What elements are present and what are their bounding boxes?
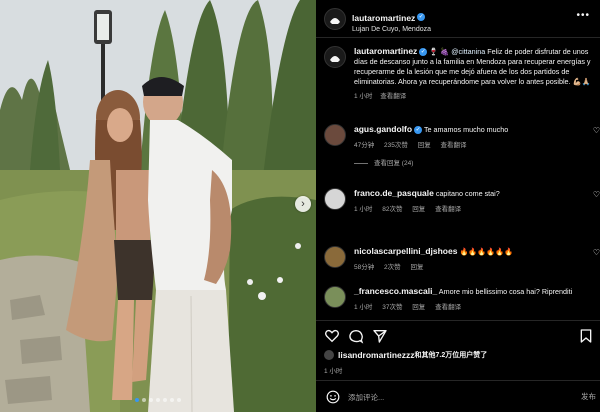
comment-username[interactable]: _francesco.mascali_ [354,286,437,296]
heart-icon[interactable]: ♡ [593,248,600,257]
post-sidebar: lautaromartinez ✓ Lujan De Cuyo, Mendoza … [316,0,600,412]
comment-meta: 58分钟 2次赞 回复 [354,261,600,271]
post-comment-button[interactable]: 发布 [581,391,596,402]
post-location[interactable]: Lujan De Cuyo, Mendoza [352,26,431,33]
verified-badge-icon: ✓ [419,48,428,57]
divider [316,380,600,381]
pagination-dot [170,398,174,402]
view-replies-link[interactable]: 查看回复 (24) [354,157,600,167]
share-icon[interactable] [372,328,388,344]
comment-avatar[interactable] [324,124,346,146]
heart-icon[interactable]: ♡ [593,126,600,135]
comment-input[interactable] [348,390,558,404]
comment-text: 🔥🔥🔥🔥🔥🔥 [459,247,514,256]
comment-username[interactable]: agus.gandolfo [354,124,412,134]
comment-reply-link[interactable]: 回复 [410,264,423,271]
comment-body: _francesco.mascali_ Amore mio bellissimo… [354,286,600,297]
pagination-dot [149,398,153,402]
comment-time[interactable]: 58分钟 [354,264,374,271]
post-header: lautaromartinez ✓ Lujan De Cuyo, Mendoza … [316,0,600,38]
caption-avatar[interactable] [324,46,346,68]
comment-icon[interactable] [348,328,364,344]
author-username[interactable]: lautaromartinez [352,13,415,23]
post-actions [324,328,594,344]
comment-text: capitano come stai? [435,189,500,198]
caption-translate-link[interactable]: 查看翻译 [380,93,406,100]
photo-scene [0,0,316,412]
comment-item: agus.gandolfo ✓ Te amamos mucho mucho 47分… [324,124,600,167]
comment-input-row: 发布 [316,384,600,412]
caption-time[interactable]: 1 小时 [354,93,372,100]
post-time[interactable]: 1 小时 [324,365,342,375]
comment-item: _francesco.mascali_ Amore mio bellissimo… [324,286,600,311]
heart-icon[interactable]: ♡ [593,190,600,199]
comment-translate-link[interactable]: 查看翻译 [441,142,467,149]
comment-meta: 47分钟 235次赞 回复 查看翻译 [354,139,600,149]
comment-reply-link[interactable]: 回复 [412,206,425,213]
comment-likes[interactable]: 2次赞 [384,264,401,271]
caption-mention[interactable]: @cittanina [451,47,485,56]
comment-meta: 1 小时 37次赞 回复 查看翻译 [354,301,600,311]
comment-reply-link[interactable]: 回复 [412,304,425,311]
comment-translate-link[interactable]: 查看翻译 [435,206,461,213]
comment-text: Te amamos mucho mucho [423,125,509,134]
comment-likes[interactable]: 82次赞 [382,206,402,213]
photo-pagination [0,398,316,402]
verified-badge-icon: ✓ [417,12,426,21]
comment-reply-link[interactable]: 回复 [418,142,431,149]
likes-username[interactable]: lisandromartinezzz [338,350,415,360]
comment-item: franco.de_pasquale capitano come stai? 1… [324,188,600,213]
caption-text-block: lautaromartinez ✓ 🍷 🍇 @cittanina Feliz de… [354,46,596,87]
comment-username[interactable]: franco.de_pasquale [354,188,434,198]
divider [316,320,600,321]
liker-avatar[interactable] [324,350,334,360]
likes-text[interactable]: 和其他7.2万位用户赞了 [415,350,488,360]
comment-avatar[interactable] [324,246,346,268]
comment-time[interactable]: 1 小时 [354,304,372,311]
comment-time[interactable]: 47分钟 [354,142,374,149]
comment-likes[interactable]: 235次赞 [384,142,408,149]
comment-meta: 1 小时 82次赞 回复 查看翻译 [354,203,600,213]
comment-likes[interactable]: 37次赞 [382,304,402,311]
comment-translate-link[interactable]: 查看翻译 [435,304,461,311]
caption-emoji: 🍷 🍇 [429,47,450,56]
likes-summary: lisandromartinezzz 和其他7.2万位用户赞了 [324,350,487,360]
caption-username[interactable]: lautaromartinez [354,46,417,56]
post-photo[interactable]: › [0,0,316,412]
comment-body: franco.de_pasquale capitano come stai? [354,188,600,199]
comment-username[interactable]: nicolascarpellini_djshoes [354,246,457,256]
more-icon[interactable]: ••• [576,10,590,21]
comment-body: agus.gandolfo ✓ Te amamos mucho mucho [354,124,600,135]
comment-time[interactable]: 1 小时 [354,206,372,213]
verified-badge-icon: ✓ [414,126,423,135]
comment-avatar[interactable] [324,188,346,210]
emoji-icon[interactable] [326,390,340,404]
pagination-dot [156,398,160,402]
pagination-dot [135,398,139,402]
comment-text: Amore mio bellissimo cosa hai? Riprendit… [438,287,573,296]
comment-avatar[interactable] [324,286,346,308]
heart-icon[interactable] [324,328,340,344]
post-caption: lautaromartinez ✓ 🍷 🍇 @cittanina Feliz de… [324,46,596,100]
pagination-dot [142,398,146,402]
bookmark-icon[interactable] [578,328,594,344]
caption-meta: 1 小时 查看翻译 [354,90,596,100]
pagination-dot [177,398,181,402]
pagination-dot [163,398,167,402]
comment-body: nicolascarpellini_djshoes 🔥🔥🔥🔥🔥🔥 [354,246,600,257]
comment-item: nicolascarpellini_djshoes 🔥🔥🔥🔥🔥🔥 58分钟 2次… [324,246,600,271]
author-avatar[interactable] [324,8,346,30]
next-photo-button[interactable]: › [295,196,311,212]
